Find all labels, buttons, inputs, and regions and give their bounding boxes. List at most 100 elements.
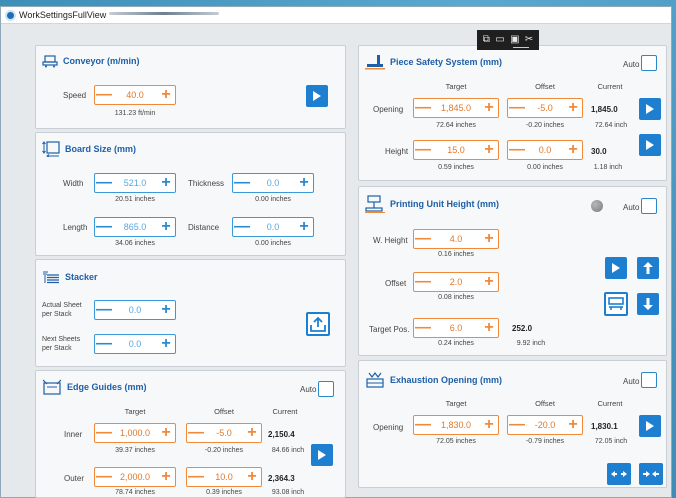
- plus-button[interactable]: +: [564, 417, 582, 433]
- exhaustion-auto-checkbox[interactable]: [641, 372, 657, 388]
- minus-button[interactable]: —: [95, 175, 113, 191]
- minus-button[interactable]: —: [508, 100, 526, 116]
- minus-button[interactable]: —: [95, 336, 113, 352]
- outer-offset-stepper[interactable]: — 10.0 +: [186, 467, 262, 487]
- w-height-stepper[interactable]: — 4.0 +: [413, 229, 499, 249]
- minus-button[interactable]: —: [233, 175, 251, 191]
- plus-button[interactable]: +: [564, 142, 582, 158]
- plus-button[interactable]: +: [480, 320, 498, 336]
- actual-sheet-value[interactable]: 0.0: [113, 305, 157, 315]
- minus-button[interactable]: —: [187, 469, 205, 485]
- minus-button[interactable]: —: [414, 231, 432, 247]
- minus-button[interactable]: —: [187, 425, 205, 441]
- inner-target-stepper[interactable]: — 1,000.0 +: [94, 423, 176, 443]
- opening-target-stepper[interactable]: — 1,845.0 +: [413, 98, 499, 118]
- plus-button[interactable]: +: [157, 336, 175, 352]
- length-stepper[interactable]: — 865.0 +: [94, 217, 176, 237]
- conveyor-play-button[interactable]: [306, 85, 328, 107]
- minus-button[interactable]: —: [414, 320, 432, 336]
- outer-offset-value[interactable]: 10.0: [205, 472, 243, 482]
- thickness-stepper[interactable]: — 0.0 +: [232, 173, 314, 193]
- move-up-button[interactable]: [637, 257, 659, 279]
- height-offset-value[interactable]: 0.0: [526, 145, 564, 155]
- inner-target-value[interactable]: 1,000.0: [113, 428, 157, 438]
- height-target-value[interactable]: 15.0: [432, 145, 480, 155]
- plus-button[interactable]: +: [480, 274, 498, 290]
- thickness-value[interactable]: 0.0: [251, 178, 295, 188]
- snip-icon[interactable]: ⧉: [483, 35, 490, 45]
- move-down-button[interactable]: [637, 293, 659, 315]
- width-value[interactable]: 521.0: [113, 178, 157, 188]
- opening-play-button[interactable]: [639, 98, 661, 120]
- scissors-icon[interactable]: ✂: [525, 35, 533, 45]
- minus-button[interactable]: —: [95, 302, 113, 318]
- edge-play-button[interactable]: [311, 444, 333, 466]
- opening-offset-value[interactable]: -5.0: [526, 103, 564, 113]
- width-stepper[interactable]: — 521.0 +: [94, 173, 176, 193]
- plus-button[interactable]: +: [480, 142, 498, 158]
- plus-button[interactable]: +: [157, 87, 175, 103]
- speed-value[interactable]: 40.0: [113, 90, 157, 100]
- fullscreen-icon[interactable]: ▣: [510, 35, 519, 45]
- height-offset-stepper[interactable]: — 0.0 +: [507, 140, 583, 160]
- minus-button[interactable]: —: [508, 142, 526, 158]
- minus-button[interactable]: —: [414, 142, 432, 158]
- minus-button[interactable]: —: [414, 417, 432, 433]
- exhaustion-target-value[interactable]: 1,830.0: [432, 420, 480, 430]
- opening-offset-stepper[interactable]: — -5.0 +: [507, 98, 583, 118]
- minus-button[interactable]: —: [95, 425, 113, 441]
- exhaustion-play-button[interactable]: [639, 415, 661, 437]
- outer-target-value[interactable]: 2,000.0: [113, 472, 157, 482]
- minus-button[interactable]: —: [95, 469, 113, 485]
- plus-button[interactable]: +: [157, 425, 175, 441]
- window-icon[interactable]: ▭: [495, 35, 504, 45]
- minus-button[interactable]: —: [233, 219, 251, 235]
- minus-button[interactable]: —: [414, 274, 432, 290]
- offset-stepper[interactable]: — 2.0 +: [413, 272, 499, 292]
- plus-button[interactable]: +: [157, 302, 175, 318]
- height-target-stepper[interactable]: — 15.0 +: [413, 140, 499, 160]
- actual-sheet-stepper[interactable]: — 0.0 +: [94, 300, 176, 320]
- minus-button[interactable]: —: [508, 417, 526, 433]
- exhaustion-offset-value[interactable]: -20.0: [526, 420, 564, 430]
- stacker-upload-button[interactable]: [306, 312, 330, 336]
- piece-auto-checkbox[interactable]: [641, 55, 657, 71]
- inner-offset-value[interactable]: -5.0: [205, 428, 243, 438]
- plus-button[interactable]: +: [295, 175, 313, 191]
- opening-target-value[interactable]: 1,845.0: [432, 103, 480, 113]
- plus-button[interactable]: +: [243, 469, 261, 485]
- speed-stepper[interactable]: — 40.0 +: [94, 85, 176, 105]
- plus-button[interactable]: +: [480, 231, 498, 247]
- plus-button[interactable]: +: [295, 219, 313, 235]
- offset-value[interactable]: 2.0: [432, 277, 480, 287]
- next-sheets-stepper[interactable]: — 0.0 +: [94, 334, 176, 354]
- minus-button[interactable]: —: [414, 100, 432, 116]
- open-button[interactable]: [607, 463, 631, 485]
- outer-target-stepper[interactable]: — 2,000.0 +: [94, 467, 176, 487]
- plus-button[interactable]: +: [157, 219, 175, 235]
- height-play-button[interactable]: [639, 134, 661, 156]
- next-sheets-value[interactable]: 0.0: [113, 339, 157, 349]
- minus-button[interactable]: —: [95, 87, 113, 103]
- plus-button[interactable]: +: [243, 425, 261, 441]
- exhaustion-target-stepper[interactable]: — 1,830.0 +: [413, 415, 499, 435]
- printing-play-button[interactable]: [605, 257, 627, 279]
- plus-button[interactable]: +: [564, 100, 582, 116]
- minus-button[interactable]: —: [95, 219, 113, 235]
- w-height-value[interactable]: 4.0: [432, 234, 480, 244]
- inner-offset-stepper[interactable]: — -5.0 +: [186, 423, 262, 443]
- plus-button[interactable]: +: [157, 469, 175, 485]
- plus-button[interactable]: +: [480, 100, 498, 116]
- printing-auto-checkbox[interactable]: [641, 198, 657, 214]
- distance-stepper[interactable]: — 0.0 +: [232, 217, 314, 237]
- length-value[interactable]: 865.0: [113, 222, 157, 232]
- target-pos-stepper[interactable]: — 6.0 +: [413, 318, 499, 338]
- distance-value[interactable]: 0.0: [251, 222, 295, 232]
- edge-auto-checkbox[interactable]: [318, 381, 334, 397]
- plus-button[interactable]: +: [480, 417, 498, 433]
- plus-button[interactable]: +: [157, 175, 175, 191]
- close-button[interactable]: [639, 463, 663, 485]
- exhaustion-offset-stepper[interactable]: — -20.0 +: [507, 415, 583, 435]
- home-position-button[interactable]: [604, 292, 628, 316]
- target-pos-value[interactable]: 6.0: [432, 323, 480, 333]
